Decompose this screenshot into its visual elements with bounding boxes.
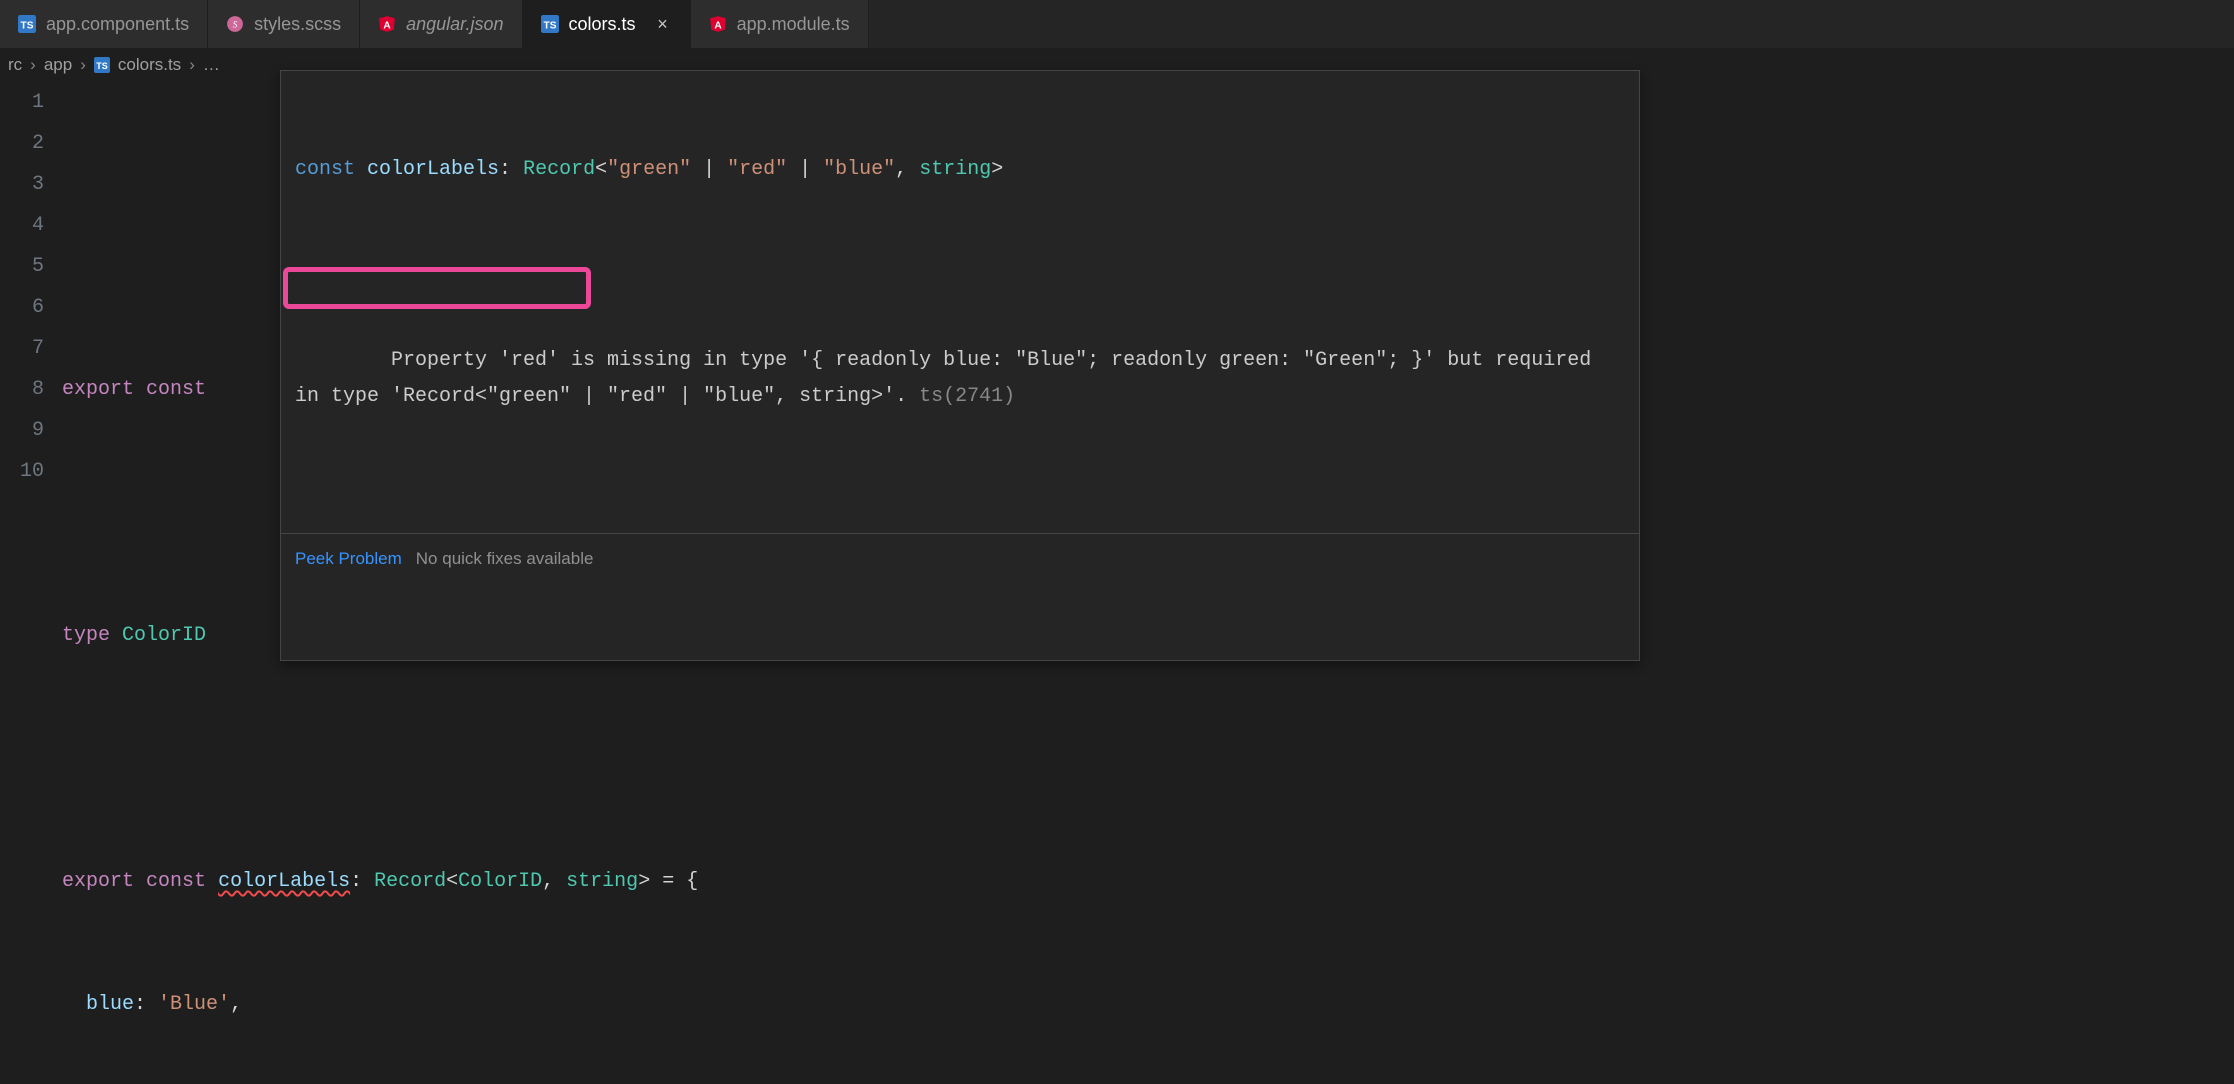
tab-angular-json[interactable]: A angular.json: [360, 0, 522, 48]
hover-error-message: Property 'red' is missing in type '{ rea…: [281, 267, 1639, 457]
line-number: 4: [0, 205, 44, 246]
line-number: 8: [0, 369, 44, 410]
line-number: 2: [0, 123, 44, 164]
svg-text:A: A: [383, 21, 391, 32]
chevron-right-icon: ›: [30, 55, 36, 75]
hover-signature: const colorLabels: Record<"green" | "red…: [281, 147, 1639, 191]
code-line[interactable]: [62, 738, 2234, 779]
code-line[interactable]: blue: 'Blue',: [62, 984, 2234, 1025]
no-quick-fix-label: No quick fixes available: [416, 540, 594, 578]
typescript-icon: TS: [541, 15, 559, 33]
svg-text:TS: TS: [96, 61, 108, 71]
chevron-right-icon: ›: [189, 55, 195, 75]
typescript-icon: TS: [18, 15, 36, 33]
svg-text:TS: TS: [21, 21, 34, 32]
line-number: 1: [0, 82, 44, 123]
tab-styles[interactable]: S styles.scss: [208, 0, 360, 48]
chevron-right-icon: ›: [80, 55, 86, 75]
angular-icon: A: [378, 15, 396, 33]
line-number: 7: [0, 328, 44, 369]
line-number: 6: [0, 287, 44, 328]
line-number: 10: [0, 451, 44, 492]
tab-app-module[interactable]: A app.module.ts: [691, 0, 869, 48]
code-area[interactable]: const colorLabels: Record<"green" | "red…: [62, 82, 2234, 1084]
tab-label: angular.json: [406, 14, 503, 35]
breadcrumb-segment[interactable]: app: [44, 55, 72, 75]
tab-colors[interactable]: TS colors.ts ×: [523, 0, 691, 48]
breadcrumb-segment[interactable]: colors.ts: [118, 55, 181, 75]
hover-actions: Peek Problem No quick fixes available: [281, 533, 1639, 584]
error-hover-tooltip: const colorLabels: Record<"green" | "red…: [280, 70, 1640, 661]
tab-label: colors.ts: [569, 14, 636, 35]
highlight-annotation: [283, 267, 591, 309]
typescript-icon: TS: [94, 57, 110, 73]
peek-problem-link[interactable]: Peek Problem: [295, 540, 402, 578]
svg-text:S: S: [233, 19, 238, 29]
scss-icon: S: [226, 15, 244, 33]
code-line[interactable]: export const colorLabels: Record<ColorID…: [62, 861, 2234, 902]
code-editor[interactable]: 1 2 3 4 5 6 7 8 9 10 const colorLabels: …: [0, 82, 2234, 1084]
tab-label: app.module.ts: [737, 14, 850, 35]
close-icon[interactable]: ×: [654, 14, 672, 35]
line-gutter: 1 2 3 4 5 6 7 8 9 10: [0, 82, 62, 1084]
breadcrumb-segment[interactable]: rc: [8, 55, 22, 75]
editor-tabs: TS app.component.ts S styles.scss A angu…: [0, 0, 2234, 48]
tab-label: styles.scss: [254, 14, 341, 35]
line-number: 5: [0, 246, 44, 287]
error-code: ts(2741): [919, 385, 1015, 408]
tab-label: app.component.ts: [46, 14, 189, 35]
angular-icon: A: [709, 15, 727, 33]
svg-text:A: A: [714, 21, 722, 32]
error-squiggle[interactable]: colorLabels: [218, 870, 350, 893]
breadcrumb-overflow[interactable]: …: [203, 55, 220, 75]
svg-text:TS: TS: [543, 21, 556, 32]
tab-app-component[interactable]: TS app.component.ts: [0, 0, 208, 48]
line-number: 9: [0, 410, 44, 451]
line-number: 3: [0, 164, 44, 205]
